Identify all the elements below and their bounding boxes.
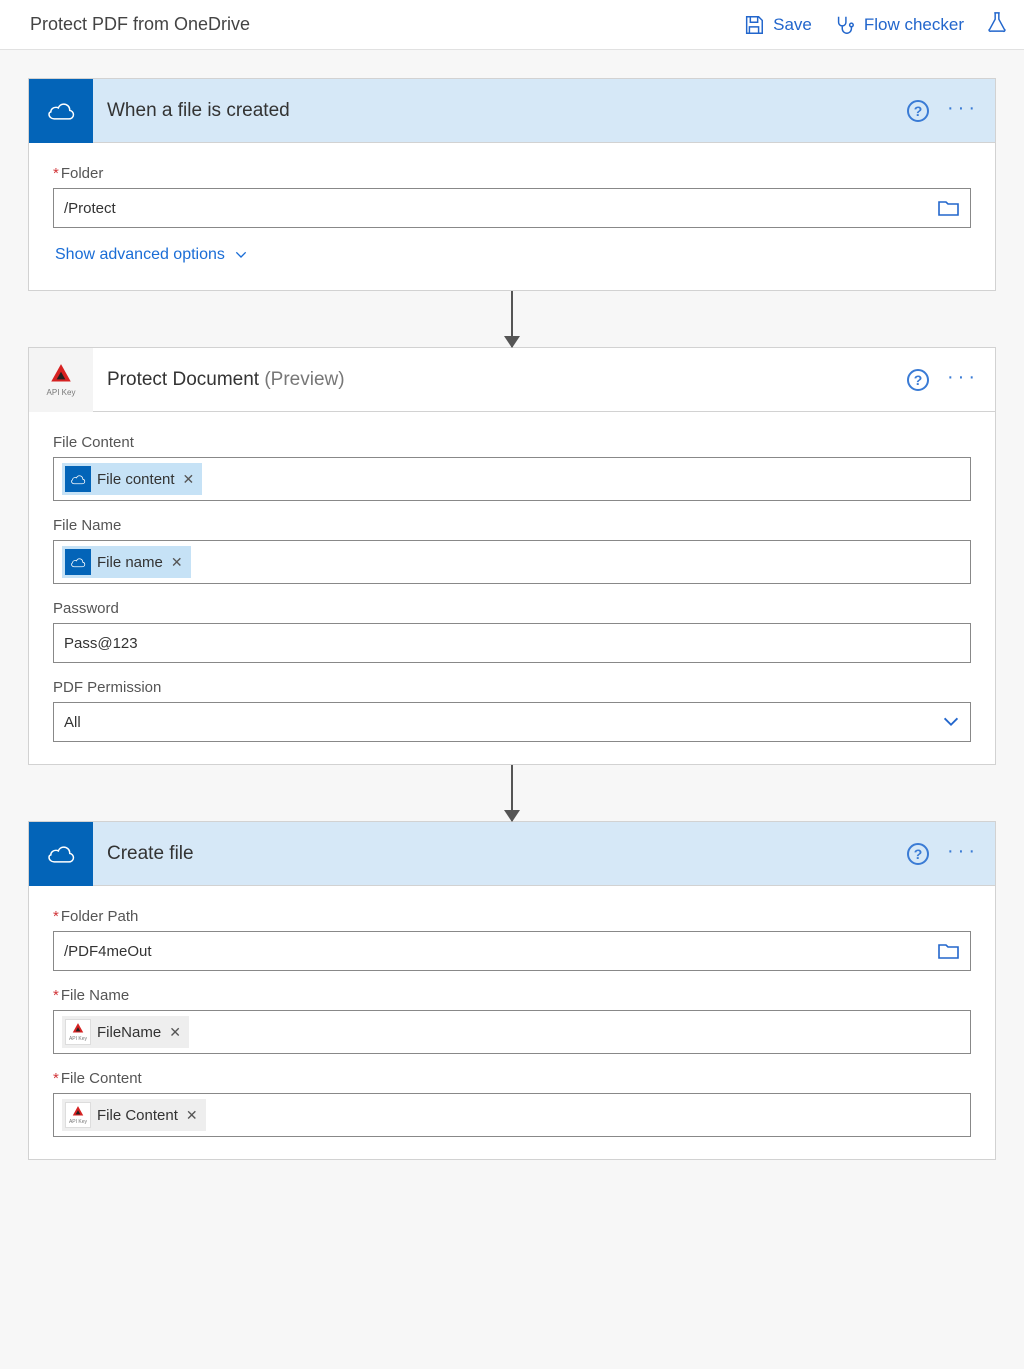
pdf4me-icon: API Key	[65, 1102, 91, 1128]
filename-chip[interactable]: File name ✕	[62, 546, 191, 578]
folder-picker-icon[interactable]	[938, 199, 960, 217]
permission-select[interactable]: All	[53, 702, 971, 742]
filecontent-label: File Content	[53, 434, 971, 451]
connector-arrow	[511, 291, 513, 347]
step-createfile-card: Create file ? ··· *Folder Path /PDF4meOu…	[28, 821, 996, 1160]
remove-chip-icon[interactable]: ✕	[186, 1107, 198, 1124]
filename-label: *File Name	[53, 987, 971, 1004]
filename-input[interactable]: File name ✕	[53, 540, 971, 584]
step-body: *Folder /Protect Show advanced options	[29, 143, 995, 290]
filecontent-label: *File Content	[53, 1070, 971, 1087]
remove-chip-icon[interactable]: ✕	[171, 554, 183, 571]
filecontent-input[interactable]: API Key File Content ✕	[53, 1093, 971, 1137]
filecontent-input[interactable]: File content ✕	[53, 457, 971, 501]
step-header[interactable]: When a file is created ? ···	[29, 79, 995, 143]
pdf4me-icon: API Key	[65, 1019, 91, 1045]
permission-label: PDF Permission	[53, 679, 971, 696]
help-icon[interactable]: ?	[907, 843, 929, 865]
page-title: Protect PDF from OneDrive	[30, 14, 743, 35]
step-trigger-card: When a file is created ? ··· *Folder /Pr…	[28, 78, 996, 291]
flow-canvas: When a file is created ? ··· *Folder /Pr…	[0, 50, 1024, 1188]
filename-label: File Name	[53, 517, 971, 534]
more-icon[interactable]: ···	[947, 98, 979, 118]
chevron-down-icon[interactable]	[940, 711, 962, 733]
permission-value: All	[62, 710, 934, 735]
folder-value[interactable]: /Protect	[62, 196, 932, 221]
filename-input[interactable]: API Key FileName ✕	[53, 1010, 971, 1054]
folderpath-label: *Folder Path	[53, 908, 971, 925]
apikey-logo-icon	[48, 362, 74, 388]
onedrive-icon	[65, 549, 91, 575]
filecontent-chip[interactable]: API Key File Content ✕	[62, 1099, 206, 1131]
filename-chip[interactable]: API Key FileName ✕	[62, 1016, 189, 1048]
folder-picker-icon[interactable]	[938, 942, 960, 960]
more-icon[interactable]: ···	[947, 367, 979, 387]
remove-chip-icon[interactable]: ✕	[183, 471, 195, 488]
chevron-down-icon	[233, 247, 249, 263]
onedrive-icon	[29, 79, 93, 143]
save-icon	[743, 14, 765, 36]
step-title: Protect Document (Preview)	[107, 369, 893, 391]
step-title: When a file is created	[107, 100, 893, 122]
topbar: Protect PDF from OneDrive Save Flow chec…	[0, 0, 1024, 50]
flow-checker-label: Flow checker	[864, 15, 964, 35]
password-label: Password	[53, 600, 971, 617]
folder-label: *Folder	[53, 165, 971, 182]
help-icon[interactable]: ?	[907, 100, 929, 122]
onedrive-icon	[65, 466, 91, 492]
step-header[interactable]: API Key Protect Document (Preview) ? ···	[29, 348, 995, 412]
help-icon[interactable]: ?	[907, 369, 929, 391]
step-protect-card: API Key Protect Document (Preview) ? ···…	[28, 347, 996, 765]
password-input[interactable]: Pass@123	[53, 623, 971, 663]
more-icon[interactable]: ···	[947, 841, 979, 861]
password-value[interactable]: Pass@123	[62, 631, 962, 656]
topbar-actions: Save Flow checker	[743, 11, 1008, 38]
folderpath-input[interactable]: /PDF4meOut	[53, 931, 971, 971]
test-button[interactable]	[986, 11, 1008, 38]
show-advanced-link[interactable]: Show advanced options	[53, 228, 971, 268]
folderpath-value[interactable]: /PDF4meOut	[62, 939, 932, 964]
step-title: Create file	[107, 843, 893, 865]
flask-icon	[986, 11, 1008, 33]
step-header[interactable]: Create file ? ···	[29, 822, 995, 886]
onedrive-icon	[29, 822, 93, 886]
save-label: Save	[773, 15, 812, 35]
remove-chip-icon[interactable]: ✕	[169, 1024, 181, 1041]
stethoscope-icon	[834, 14, 856, 36]
step-body: File Content File content ✕ File Name Fi…	[29, 412, 995, 764]
filecontent-chip[interactable]: File content ✕	[62, 463, 202, 495]
connector-arrow	[511, 765, 513, 821]
pdf4me-icon: API Key	[29, 348, 93, 412]
save-button[interactable]: Save	[743, 14, 812, 36]
folder-input-row[interactable]: /Protect	[53, 188, 971, 228]
step-body: *Folder Path /PDF4meOut *File Name API K…	[29, 886, 995, 1159]
flow-checker-button[interactable]: Flow checker	[834, 14, 964, 36]
